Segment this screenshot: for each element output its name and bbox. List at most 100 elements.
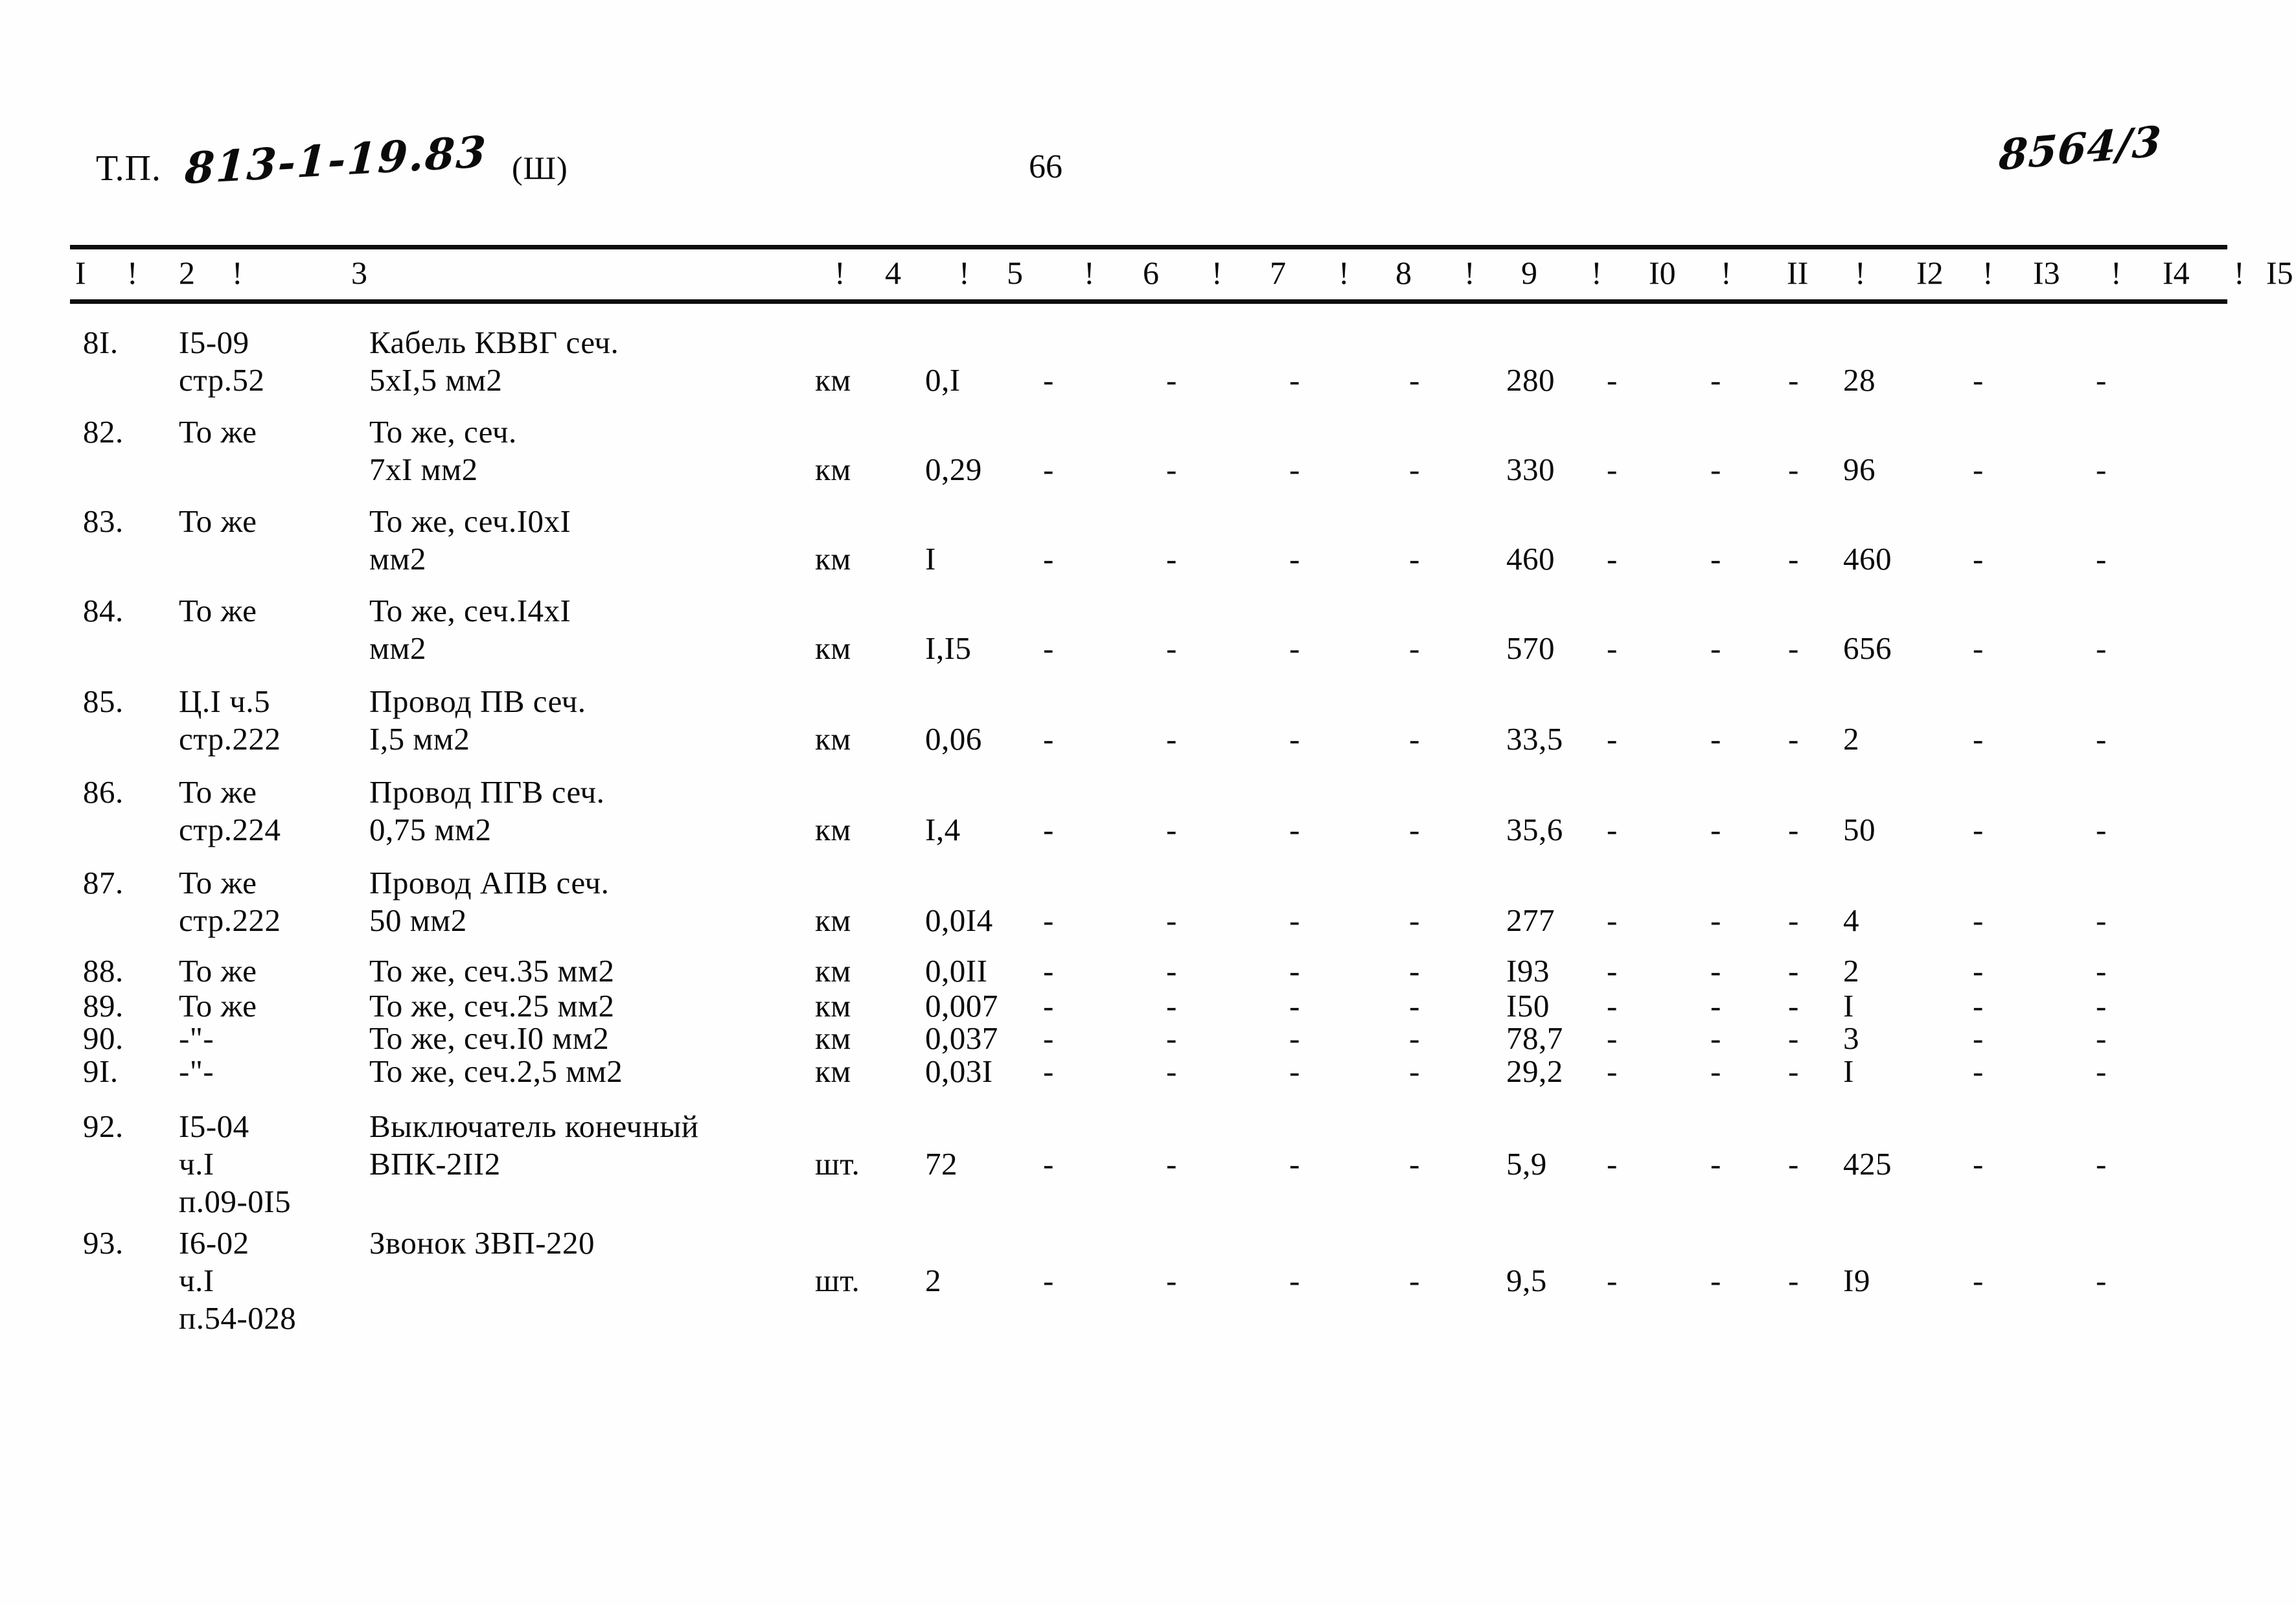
row-description: То же, сеч. 7хI мм2 [369, 413, 784, 488]
row-number: 9I. [83, 1053, 119, 1089]
row-description-line: 7хI мм2 [369, 452, 478, 487]
row-value-c9: 29,2 [1506, 1053, 1563, 1089]
column-header-12: I2 [1916, 255, 1944, 291]
row-code: I5-04 ч.I п.09-0I5 [179, 1108, 393, 1221]
row-code: Ц.I ч.5 стр.222 [179, 683, 393, 758]
row-value-c7: - [1289, 1146, 1300, 1182]
row-value-c10: - [1607, 1020, 1618, 1056]
column-header-7: 7 [1270, 255, 1286, 291]
row-value-c14: - [1973, 630, 1984, 666]
row-description-line: Кабель КВВГ сеч. [369, 325, 619, 360]
row-value-c5: - [1043, 362, 1054, 398]
row-description-line: ВПК-2II2 [369, 1146, 501, 1182]
row-number: 85. [83, 683, 124, 719]
row-value-c15: - [2096, 1053, 2107, 1089]
row-value-c7: - [1289, 630, 1300, 666]
row-value-c5: - [1043, 1146, 1054, 1182]
row-description-line: То же, сеч.2,5 мм2 [369, 1053, 623, 1089]
row-value-c15: - [2096, 541, 2107, 577]
row-value-c11: - [1710, 1263, 1721, 1298]
row-value-c11: - [1710, 902, 1721, 938]
row-value-c4: I,4 [925, 812, 961, 847]
row-value-c10: - [1607, 1053, 1618, 1089]
row-value-c7: - [1289, 902, 1300, 938]
row-value-c11: - [1710, 630, 1721, 666]
row-value-c14: - [1973, 1263, 1984, 1298]
column-header-8: 8 [1395, 255, 1412, 291]
column-separator-11: ! [1855, 255, 1866, 291]
row-value-c11: - [1710, 1053, 1721, 1089]
row-value-c6: - [1166, 1146, 1177, 1182]
row-value-c15: - [2096, 362, 2107, 398]
row-value-c6: - [1166, 1053, 1177, 1089]
row-value-c13: 460 [1843, 541, 1892, 577]
row-value-c5: - [1043, 630, 1054, 666]
row-value-c7: - [1289, 541, 1300, 577]
row-number: 92. [83, 1108, 124, 1144]
row-code: -"- [179, 1020, 393, 1057]
row-value-c6: - [1166, 630, 1177, 666]
row-value-c13: I9 [1843, 1263, 1870, 1298]
row-value-c12: - [1788, 1263, 1799, 1298]
row-unit: км [815, 541, 851, 577]
row-number: 88. [83, 953, 124, 989]
row-value-c11: - [1710, 541, 1721, 577]
row-value-c6: - [1166, 953, 1177, 989]
row-description-line: Провод АПВ сеч. [369, 865, 610, 901]
row-value-c5: - [1043, 902, 1054, 938]
row-value-c5: - [1043, 1053, 1054, 1089]
row-description: То же, сеч.I4хI мм2 [369, 592, 784, 667]
row-description: Провод ПВ сеч. I,5 мм2 [369, 683, 784, 758]
row-value-c5: - [1043, 953, 1054, 989]
page-number: 66 [1029, 148, 1062, 185]
row-description: То же, сеч.35 мм2 [369, 952, 784, 990]
row-unit: шт. [815, 1263, 860, 1298]
row-value-c14: - [1973, 953, 1984, 989]
row-code-line: I5-04 [179, 1108, 249, 1144]
row-description-line: мм2 [369, 630, 427, 666]
column-separator-1: ! [127, 255, 138, 291]
row-value-c4: 2 [925, 1263, 941, 1298]
row-unit: км [815, 1053, 851, 1089]
row-code-line: стр.222 [179, 721, 281, 757]
row-value-c12: - [1788, 452, 1799, 487]
row-number: 84. [83, 593, 124, 628]
row-unit: км [815, 902, 851, 938]
row-value-c14: - [1973, 1053, 1984, 1089]
row-value-c7: - [1289, 362, 1300, 398]
row-value-c13: I [1843, 1053, 1854, 1089]
row-value-c6: - [1166, 362, 1177, 398]
row-unit: км [815, 953, 851, 989]
row-value-c11: - [1710, 1146, 1721, 1182]
row-value-c7: - [1289, 452, 1300, 487]
row-value-c8: - [1409, 902, 1420, 938]
row-value-c12: - [1788, 1053, 1799, 1089]
row-value-c13: 2 [1843, 953, 1859, 989]
row-code-line: стр.52 [179, 362, 265, 398]
row-value-c12: - [1788, 902, 1799, 938]
series-marker: (Ш) [512, 150, 568, 186]
row-value-c5: - [1043, 1263, 1054, 1298]
row-number: 8I. [83, 325, 119, 360]
row-value-c12: - [1788, 1146, 1799, 1182]
row-value-c5: - [1043, 541, 1054, 577]
row-value-c11: - [1710, 812, 1721, 847]
row-value-c7: - [1289, 1020, 1300, 1056]
row-value-c12: - [1788, 1020, 1799, 1056]
table-top-rule [70, 245, 2227, 249]
column-header-6: 6 [1143, 255, 1159, 291]
row-value-c14: - [1973, 812, 1984, 847]
row-description-line: Провод ПГВ сеч. [369, 774, 605, 810]
row-code: То же [179, 592, 393, 630]
row-description: Звонок ЗВП-220 [369, 1224, 784, 1262]
row-code-line: То же [179, 414, 257, 450]
row-value-c9: 5,9 [1506, 1146, 1547, 1182]
row-description: То же, сеч.I0хI мм2 [369, 503, 784, 578]
row-value-c13: 3 [1843, 1020, 1859, 1056]
row-description: То же, сеч.2,5 мм2 [369, 1053, 784, 1090]
column-separator-3: ! [834, 255, 845, 291]
column-separator-14: ! [2234, 255, 2245, 291]
row-value-c4: 0,0I4 [925, 902, 993, 938]
row-value-c11: - [1710, 953, 1721, 989]
column-separator-10: ! [1721, 255, 1732, 291]
